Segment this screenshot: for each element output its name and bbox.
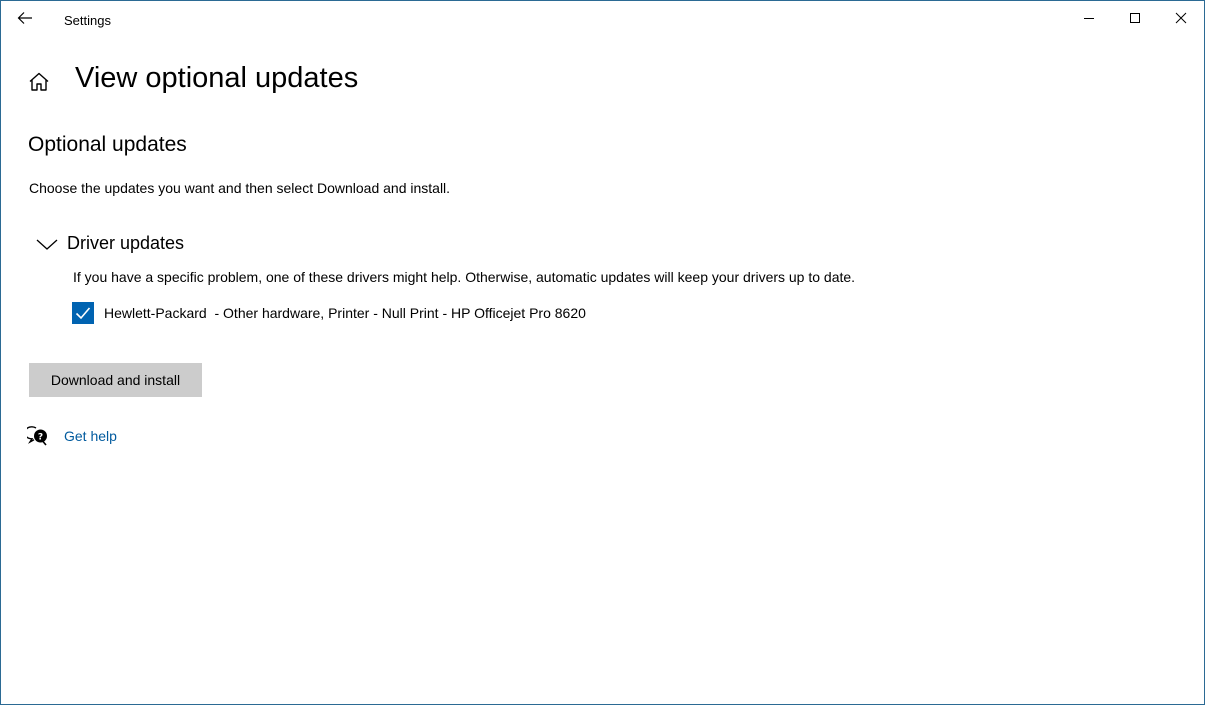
update-label: Hewlett-Packard - Other hardware, Printe… [104,305,586,321]
section-title: Optional updates [28,133,187,156]
checkmark-icon [75,307,91,320]
app-title: Settings [64,13,111,28]
page-title: View optional updates [75,62,359,94]
maximize-icon [1130,13,1140,23]
title-bar: Settings [1,1,1204,37]
back-arrow-icon [17,12,32,24]
settings-window: Settings View optional updates Optional … [0,0,1205,705]
back-button[interactable] [9,5,41,31]
download-and-install-button[interactable]: Download and install [29,363,202,397]
get-help-icon: ? [24,425,49,447]
close-button[interactable] [1158,1,1204,35]
get-help-link[interactable]: Get help [64,428,117,444]
driver-updates-description: If you have a specific problem, one of t… [73,269,856,285]
svg-text:?: ? [38,433,43,443]
driver-updates-expander[interactable]: Driver updates [35,233,184,254]
driver-updates-title: Driver updates [67,233,185,253]
close-icon [1175,12,1187,24]
driver-update-item[interactable]: Hewlett-Packard - Other hardware, Printe… [72,302,586,324]
instructions-text: Choose the updates you want and then sel… [29,180,451,196]
home-button[interactable] [27,70,51,94]
chevron-down-icon [36,239,58,250]
minimize-button[interactable] [1066,1,1112,35]
minimize-icon [1084,18,1094,19]
maximize-button[interactable] [1112,1,1158,35]
home-icon [29,72,49,91]
update-checkbox[interactable] [72,302,94,324]
